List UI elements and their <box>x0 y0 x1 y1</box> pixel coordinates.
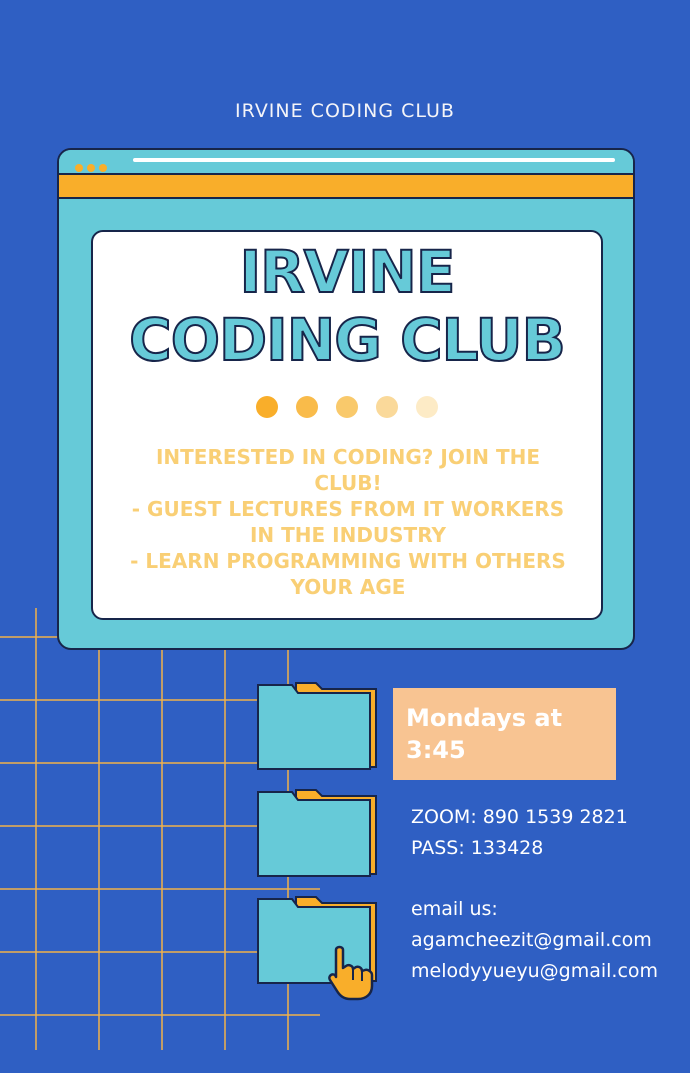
poster-title-line1: IRVINE <box>239 238 457 306</box>
window-toolbar-stripe <box>59 173 633 199</box>
contact-info: email us: agamcheezit@gmail.com melodyyu… <box>411 898 659 982</box>
browser-window-illustration: IRVINE CODING CLUB INTERESTED IN CODING?… <box>57 148 635 650</box>
decorative-dots <box>93 396 601 422</box>
folder-icon <box>257 682 377 770</box>
poster-title-line2: CODING CLUB <box>128 306 567 374</box>
meeting-time: Mondays at 3:45 <box>406 704 563 764</box>
folder-icon <box>257 789 377 877</box>
meeting-time-box: Mondays at 3:45 <box>393 688 616 780</box>
header-label: IRVINE CODING CLUB <box>235 100 455 122</box>
poster-description: INTERESTED IN CODING? JOIN THE CLUB! - G… <box>130 445 566 599</box>
poster-card: IRVINE CODING CLUB INTERESTED IN CODING?… <box>91 230 603 620</box>
window-titlebar <box>59 150 633 174</box>
window-address-bar <box>133 158 615 162</box>
pointer-hand-icon <box>328 945 374 1001</box>
zoom-info: ZOOM: 890 1539 2821 PASS: 133428 <box>411 806 628 859</box>
